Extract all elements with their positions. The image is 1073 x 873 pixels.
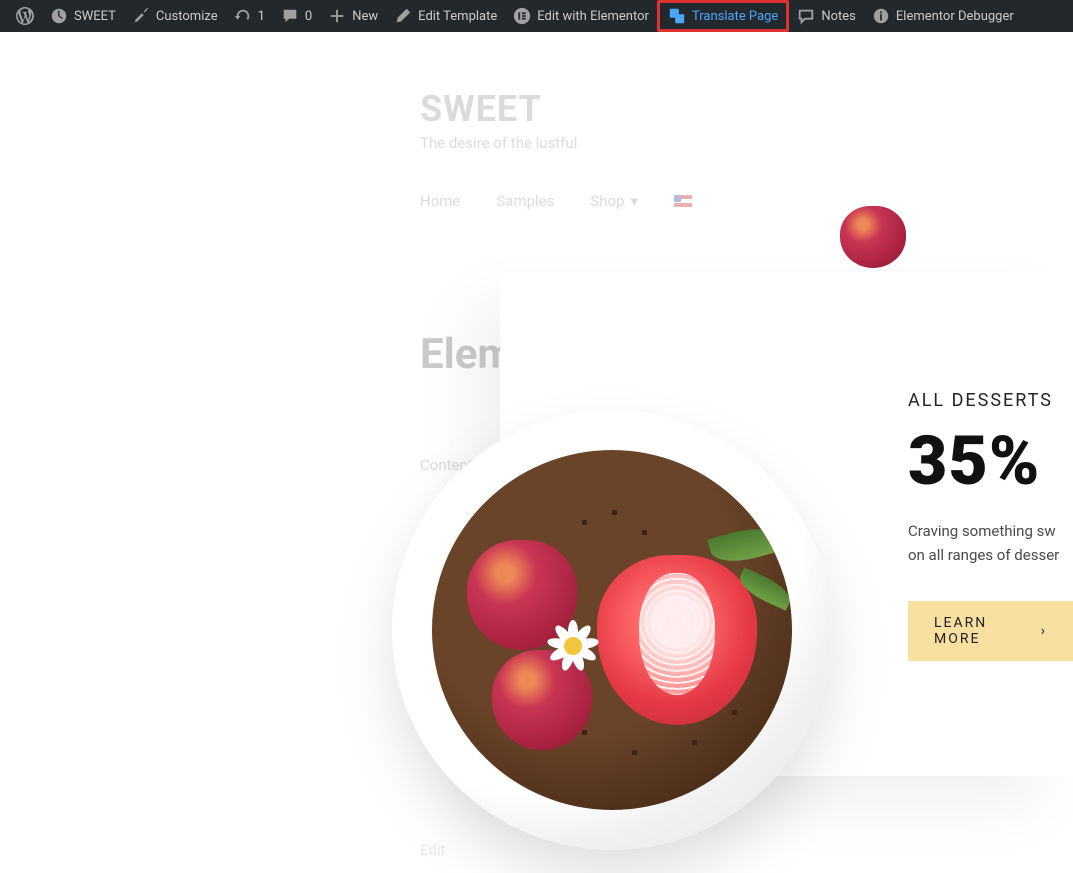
comments-link[interactable]: 0 xyxy=(273,0,320,32)
nav-home[interactable]: Home xyxy=(420,192,460,210)
info-icon xyxy=(872,7,890,25)
dashboard-icon xyxy=(50,7,68,25)
site-title: SWEET xyxy=(420,88,1073,130)
hero-eyebrow: ALL DESSERTS xyxy=(908,390,1073,411)
notes-link[interactable]: Notes xyxy=(789,0,864,32)
customize-label: Customize xyxy=(156,9,218,24)
notes-icon xyxy=(797,7,815,25)
comment-icon xyxy=(281,7,299,25)
edit-template-link[interactable]: Edit Template xyxy=(386,0,505,32)
edit-elementor-label: Edit with Elementor xyxy=(537,9,649,24)
pencil-icon xyxy=(394,7,412,25)
hero-copy: ALL DESSERTS 35% Craving something sw on… xyxy=(908,390,1073,661)
new-link[interactable]: New xyxy=(320,0,386,32)
page-content: SWEET The desire of the lustful Home Sam… xyxy=(0,32,1073,873)
elementor-icon xyxy=(513,7,531,25)
nav-shop[interactable]: Shop ▾ xyxy=(590,192,638,210)
chevron-right-icon: › xyxy=(1041,623,1047,639)
wp-admin-bar: SWEET Customize 1 0 New Edit Template Ed… xyxy=(0,0,1073,32)
translate-page-label: Translate Page xyxy=(692,9,778,24)
hero-desc-line1: Craving something sw xyxy=(908,519,1073,543)
elementor-debugger-label: Elementor Debugger xyxy=(896,9,1014,24)
translate-icon xyxy=(668,7,686,25)
notes-label: Notes xyxy=(821,9,856,24)
dessert-bowl-image xyxy=(392,410,832,850)
updates-icon xyxy=(234,7,252,25)
site-name-text: SWEET xyxy=(74,9,116,24)
customize-link[interactable]: Customize xyxy=(124,0,226,32)
site-name-link[interactable]: SWEET xyxy=(42,0,124,32)
learn-more-button[interactable]: LEARN MORE › xyxy=(908,601,1073,661)
nav-shop-label: Shop xyxy=(590,192,624,210)
learn-more-label: LEARN MORE xyxy=(934,615,1031,647)
raspberry-decor xyxy=(840,206,906,268)
updates-link[interactable]: 1 xyxy=(226,0,273,32)
elementor-debugger-link[interactable]: Elementor Debugger xyxy=(864,0,1022,32)
hero-desc: Craving something sw on all ranges of de… xyxy=(908,519,1073,567)
wp-logo[interactable] xyxy=(8,0,42,32)
nav-language[interactable] xyxy=(674,195,692,207)
edit-elementor-link[interactable]: Edit with Elementor xyxy=(505,0,657,32)
edit-template-label: Edit Template xyxy=(418,9,497,24)
chevron-down-icon: ▾ xyxy=(631,192,639,210)
site-header: SWEET The desire of the lustful Home Sam… xyxy=(0,32,1073,210)
hero-headline: 35% xyxy=(908,421,1073,501)
paintbrush-icon xyxy=(132,7,150,25)
site-tagline: The desire of the lustful xyxy=(420,134,1073,152)
hero-desc-line2: on all ranges of desser xyxy=(908,543,1073,567)
updates-count: 1 xyxy=(258,9,265,24)
us-flag-icon xyxy=(674,195,692,207)
comments-count: 0 xyxy=(305,9,312,24)
nav-samples[interactable]: Samples xyxy=(496,192,554,210)
wordpress-icon xyxy=(16,7,34,25)
plus-icon xyxy=(328,7,346,25)
translate-page-link[interactable]: Translate Page xyxy=(657,0,789,32)
new-label: New xyxy=(352,9,378,24)
main-nav: Home Samples Shop ▾ xyxy=(420,192,1073,210)
